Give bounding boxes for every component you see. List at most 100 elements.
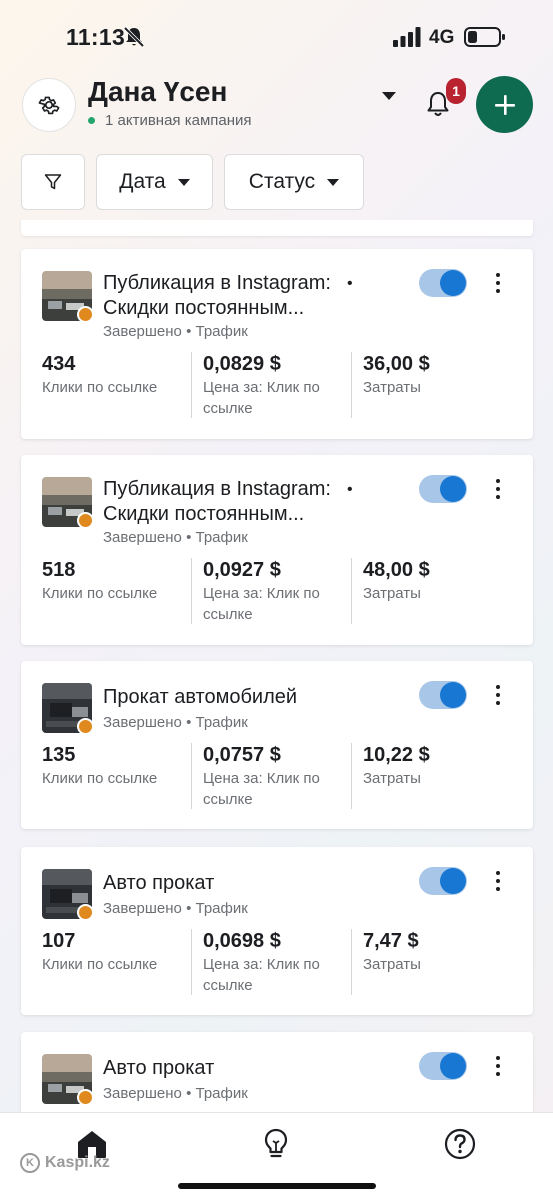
separator: • xyxy=(186,900,192,917)
campaign-toggle[interactable] xyxy=(419,1052,467,1080)
campaign-card[interactable]: Авто прокат Завершено • Трафик xyxy=(21,1032,533,1112)
metric-clicks: 107 Клики по ссылке xyxy=(42,929,192,995)
campaign-metrics: 107 Клики по ссылке 0,0698 $ Цена за: Кл… xyxy=(21,929,533,995)
separator: • xyxy=(186,1085,192,1102)
campaign-title[interactable]: Публикация в Instagram: Скидки постоянны… xyxy=(103,477,363,527)
metric-label: Затраты xyxy=(363,379,421,396)
title-bullet: • xyxy=(347,275,353,292)
title-bullet: • xyxy=(347,481,353,498)
more-options-icon[interactable] xyxy=(493,1056,503,1076)
metric-value: 0,0927 $ xyxy=(203,559,281,581)
toggle-knob xyxy=(440,270,466,296)
metric-spend: 36,00 $ Затраты xyxy=(351,352,511,418)
date-filter-label: Дата xyxy=(119,170,166,193)
metric-label: Цена за: Клик по ссылке xyxy=(203,770,320,808)
status-dot xyxy=(88,117,95,124)
more-options-icon[interactable] xyxy=(493,273,503,293)
account-name[interactable]: Дана Үсен xyxy=(88,76,227,108)
date-filter-dropdown[interactable]: Дата xyxy=(96,154,213,210)
campaign-card[interactable]: Публикация в Instagram: Скидки постоянны… xyxy=(21,249,533,439)
watermark: K Kaspi.kz xyxy=(20,1153,110,1173)
status-indicator-dot xyxy=(77,512,94,529)
account-switcher-caret-icon[interactable] xyxy=(382,92,396,100)
filter-button[interactable] xyxy=(21,154,85,210)
campaign-status: Завершено xyxy=(103,529,182,546)
more-options-icon[interactable] xyxy=(493,685,503,705)
metric-clicks: 434 Клики по ссылке xyxy=(42,352,192,418)
metric-label: Клики по ссылке xyxy=(42,585,158,602)
metric-label: Цена за: Клик по ссылке xyxy=(203,585,320,623)
caret-down-icon xyxy=(327,178,340,186)
campaign-title[interactable]: Авто прокат xyxy=(103,1056,363,1081)
campaign-status: Завершено xyxy=(103,323,182,340)
metric-value: 135 xyxy=(42,744,76,766)
campaign-status-line: Завершено • Трафик xyxy=(103,323,248,340)
metric-value: 434 xyxy=(42,353,76,375)
notification-badge: 1 xyxy=(446,78,466,104)
signal-icon xyxy=(393,27,421,47)
campaign-title[interactable]: Прокат автомобилей xyxy=(103,685,363,710)
campaign-list[interactable]: Публикация в Instagram: Скидки постоянны… xyxy=(0,220,553,1112)
account-status: 1 активная кампания xyxy=(88,112,252,129)
campaign-status: Завершено xyxy=(103,1085,182,1102)
watermark-text: Kaspi.kz xyxy=(45,1154,110,1171)
campaign-card[interactable]: Публикация в Instagram: Скидки постоянны… xyxy=(21,455,533,645)
campaign-objective: Трафик xyxy=(195,323,248,340)
toggle-knob xyxy=(440,1053,466,1079)
metric-spend: 10,22 $ Затраты xyxy=(351,743,511,809)
campaign-objective: Трафик xyxy=(195,900,248,917)
more-options-icon[interactable] xyxy=(493,871,503,891)
campaign-toggle[interactable] xyxy=(419,475,467,503)
metric-value: 0,0829 $ xyxy=(203,353,281,375)
campaign-card[interactable]: Авто прокат Завершено • Трафик 107 Клики… xyxy=(21,847,533,1015)
create-campaign-button[interactable] xyxy=(476,76,533,133)
status-indicator-dot xyxy=(77,306,94,323)
metric-value: 7,47 $ xyxy=(363,930,419,952)
campaign-status: Завершено xyxy=(103,900,182,917)
campaign-card[interactable]: Прокат автомобилей Завершено • Трафик 13… xyxy=(21,661,533,829)
campaign-toggle[interactable] xyxy=(419,269,467,297)
metric-value: 0,0757 $ xyxy=(203,744,281,766)
metric-cost-per-click: 0,0829 $ Цена за: Клик по ссылке xyxy=(191,352,351,418)
metric-clicks: 518 Клики по ссылке xyxy=(42,558,192,624)
lightbulb-icon[interactable] xyxy=(259,1127,293,1161)
home-indicator xyxy=(178,1183,376,1189)
metric-label: Цена за: Клик по ссылке xyxy=(203,956,320,994)
help-icon[interactable] xyxy=(443,1127,477,1161)
filter-icon xyxy=(44,174,62,190)
toggle-knob xyxy=(440,476,466,502)
caret-down-icon xyxy=(177,178,190,186)
status-time: 11:13 xyxy=(66,24,126,50)
metric-spend: 48,00 $ Затраты xyxy=(351,558,511,624)
metric-value: 10,22 $ xyxy=(363,744,430,766)
metric-value: 48,00 $ xyxy=(363,559,430,581)
campaign-metrics: 135 Клики по ссылке 0,0757 $ Цена за: Кл… xyxy=(21,743,533,809)
status-filter-dropdown[interactable]: Статус xyxy=(224,154,364,210)
metric-cost-per-click: 0,0757 $ Цена за: Клик по ссылке xyxy=(191,743,351,809)
campaign-toggle[interactable] xyxy=(419,681,467,709)
metric-cost-per-click: 0,0927 $ Цена за: Клик по ссылке xyxy=(191,558,351,624)
campaign-objective: Трафик xyxy=(195,529,248,546)
metric-label: Цена за: Клик по ссылке xyxy=(203,379,320,417)
campaign-metrics: 518 Клики по ссылке 0,0927 $ Цена за: Кл… xyxy=(21,558,533,624)
campaign-toggle[interactable] xyxy=(419,867,467,895)
battery-icon xyxy=(464,27,505,47)
campaign-title[interactable]: Авто прокат xyxy=(103,871,363,896)
settings-button[interactable] xyxy=(22,78,76,132)
metric-clicks: 135 Клики по ссылке xyxy=(42,743,192,809)
campaign-status: Завершено xyxy=(103,714,182,731)
bell-off-icon xyxy=(124,26,144,48)
toggle-knob xyxy=(440,868,466,894)
metric-spend: 7,47 $ Затраты xyxy=(351,929,511,995)
campaign-title[interactable]: Публикация в Instagram: Скидки постоянны… xyxy=(103,271,363,321)
separator: • xyxy=(186,714,192,731)
campaign-objective: Трафик xyxy=(195,1085,248,1102)
metric-cost-per-click: 0,0698 $ Цена за: Клик по ссылке xyxy=(191,929,351,995)
metric-label: Затраты xyxy=(363,956,421,973)
plus-icon xyxy=(494,94,515,115)
campaign-status-line: Завершено • Трафик xyxy=(103,900,248,917)
more-options-icon[interactable] xyxy=(493,479,503,499)
metric-label: Клики по ссылке xyxy=(42,770,158,787)
metric-value: 518 xyxy=(42,559,76,581)
campaign-status-line: Завершено • Трафик xyxy=(103,1085,248,1102)
